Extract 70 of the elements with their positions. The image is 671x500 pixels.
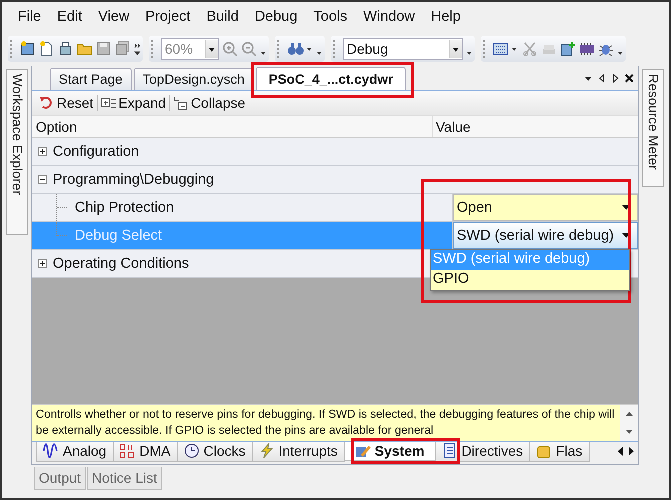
editor-tab[interactable]: Directives [434, 442, 530, 462]
configuration-dropdown[interactable]: Debug [343, 38, 463, 60]
zoom-in-icon[interactable] [222, 41, 238, 57]
scroll-right-icon[interactable] [612, 74, 619, 83]
zoom-dropdown[interactable]: 60% [161, 38, 219, 60]
property-label: Debug Select [75, 228, 162, 244]
scroll-down-icon[interactable] [626, 430, 632, 434]
pencil-icon [354, 443, 371, 459]
expand-button[interactable]: Expand [98, 95, 170, 111]
description-text: Controlls whether or not to reserve pins for debugging. If SWD is selected, the debugging features of the chip will be externally accessible. If GPIO is selected the pins are available for general [35, 407, 616, 439]
scrollbar[interactable] [620, 405, 638, 441]
binoculars-icon[interactable] [287, 41, 313, 57]
document-icon [442, 443, 458, 459]
panel-tab[interactable]: Workspace Explorer [6, 69, 28, 235]
property-row[interactable]: Chip Protection Open [32, 194, 638, 222]
category-label: Programming\Debugging [53, 172, 214, 188]
menu-item[interactable]: Debug [246, 9, 306, 29]
menu-item[interactable]: Help [423, 9, 469, 29]
collapse-icon[interactable] [38, 175, 47, 184]
editor-tab[interactable]: Analog [36, 442, 114, 462]
grid-icon[interactable] [493, 41, 519, 57]
menu-item[interactable]: Project [138, 9, 199, 29]
new-project-icon[interactable] [20, 41, 36, 57]
category-label: Configuration [53, 144, 140, 160]
menu-item[interactable]: Tools [306, 9, 356, 29]
scroll-left-icon[interactable] [599, 74, 606, 83]
editor-tab[interactable]: System [344, 442, 436, 461]
menu-item[interactable]: Window [356, 9, 424, 29]
scroll-left-icon[interactable] [618, 447, 624, 456]
close-icon[interactable] [625, 74, 634, 83]
category-label: Operating Conditions [53, 256, 190, 272]
new-file-icon[interactable] [39, 41, 55, 57]
wave-icon [43, 443, 59, 459]
editor-tab[interactable]: Interrupts [252, 442, 345, 462]
overflow-icon[interactable] [134, 41, 141, 57]
dropdown-option[interactable]: GPIO [431, 270, 629, 290]
panel-tab[interactable]: Resource Meter [642, 69, 664, 187]
menu-item[interactable]: View [90, 9, 138, 29]
save-icon[interactable] [96, 41, 112, 57]
panel-tab[interactable]: Output [34, 467, 86, 490]
menu-item[interactable]: File [10, 9, 50, 29]
expand-icon[interactable] [38, 147, 47, 156]
document-tab[interactable]: Start Page [50, 68, 132, 90]
reset-button[interactable]: Reset [36, 95, 97, 111]
column-header: Value [432, 116, 638, 137]
property-row[interactable]: Debug Select SWD (serial wire debug) [32, 222, 638, 250]
collapse-button[interactable]: Collapse [170, 95, 249, 111]
editor-tab[interactable]: Flas [529, 442, 590, 462]
dropdown-arrow-icon [622, 204, 631, 210]
value-dropdown[interactable]: SWD (serial wire debug) [453, 222, 638, 249]
editor-tab[interactable]: Clocks [176, 442, 253, 462]
dropdown-icon[interactable] [584, 74, 593, 83]
dropdown-arrow-icon [622, 232, 631, 238]
clock-icon [184, 443, 200, 459]
menu-item[interactable]: Edit [49, 9, 90, 29]
editor-tab[interactable]: DMA [112, 442, 178, 462]
property-label: Chip Protection [75, 200, 174, 216]
document-tab[interactable]: PSoC_4_...ct.cydwr [256, 67, 406, 90]
collapse-tree-icon [173, 95, 190, 111]
expand-icon[interactable] [38, 259, 47, 268]
add-page-icon[interactable] [560, 41, 576, 57]
document-tab[interactable]: TopDesign.cysch [134, 68, 254, 90]
undo-icon [39, 95, 55, 111]
value-dropdown[interactable]: Open [453, 194, 638, 221]
column-header: Option [35, 118, 78, 134]
menu-item[interactable]: Build [198, 9, 247, 29]
scroll-up-icon[interactable] [626, 412, 632, 416]
scroll-right-icon[interactable] [628, 447, 634, 456]
panel-tab[interactable]: Notice List [87, 467, 162, 490]
chip-icon[interactable] [579, 41, 595, 57]
